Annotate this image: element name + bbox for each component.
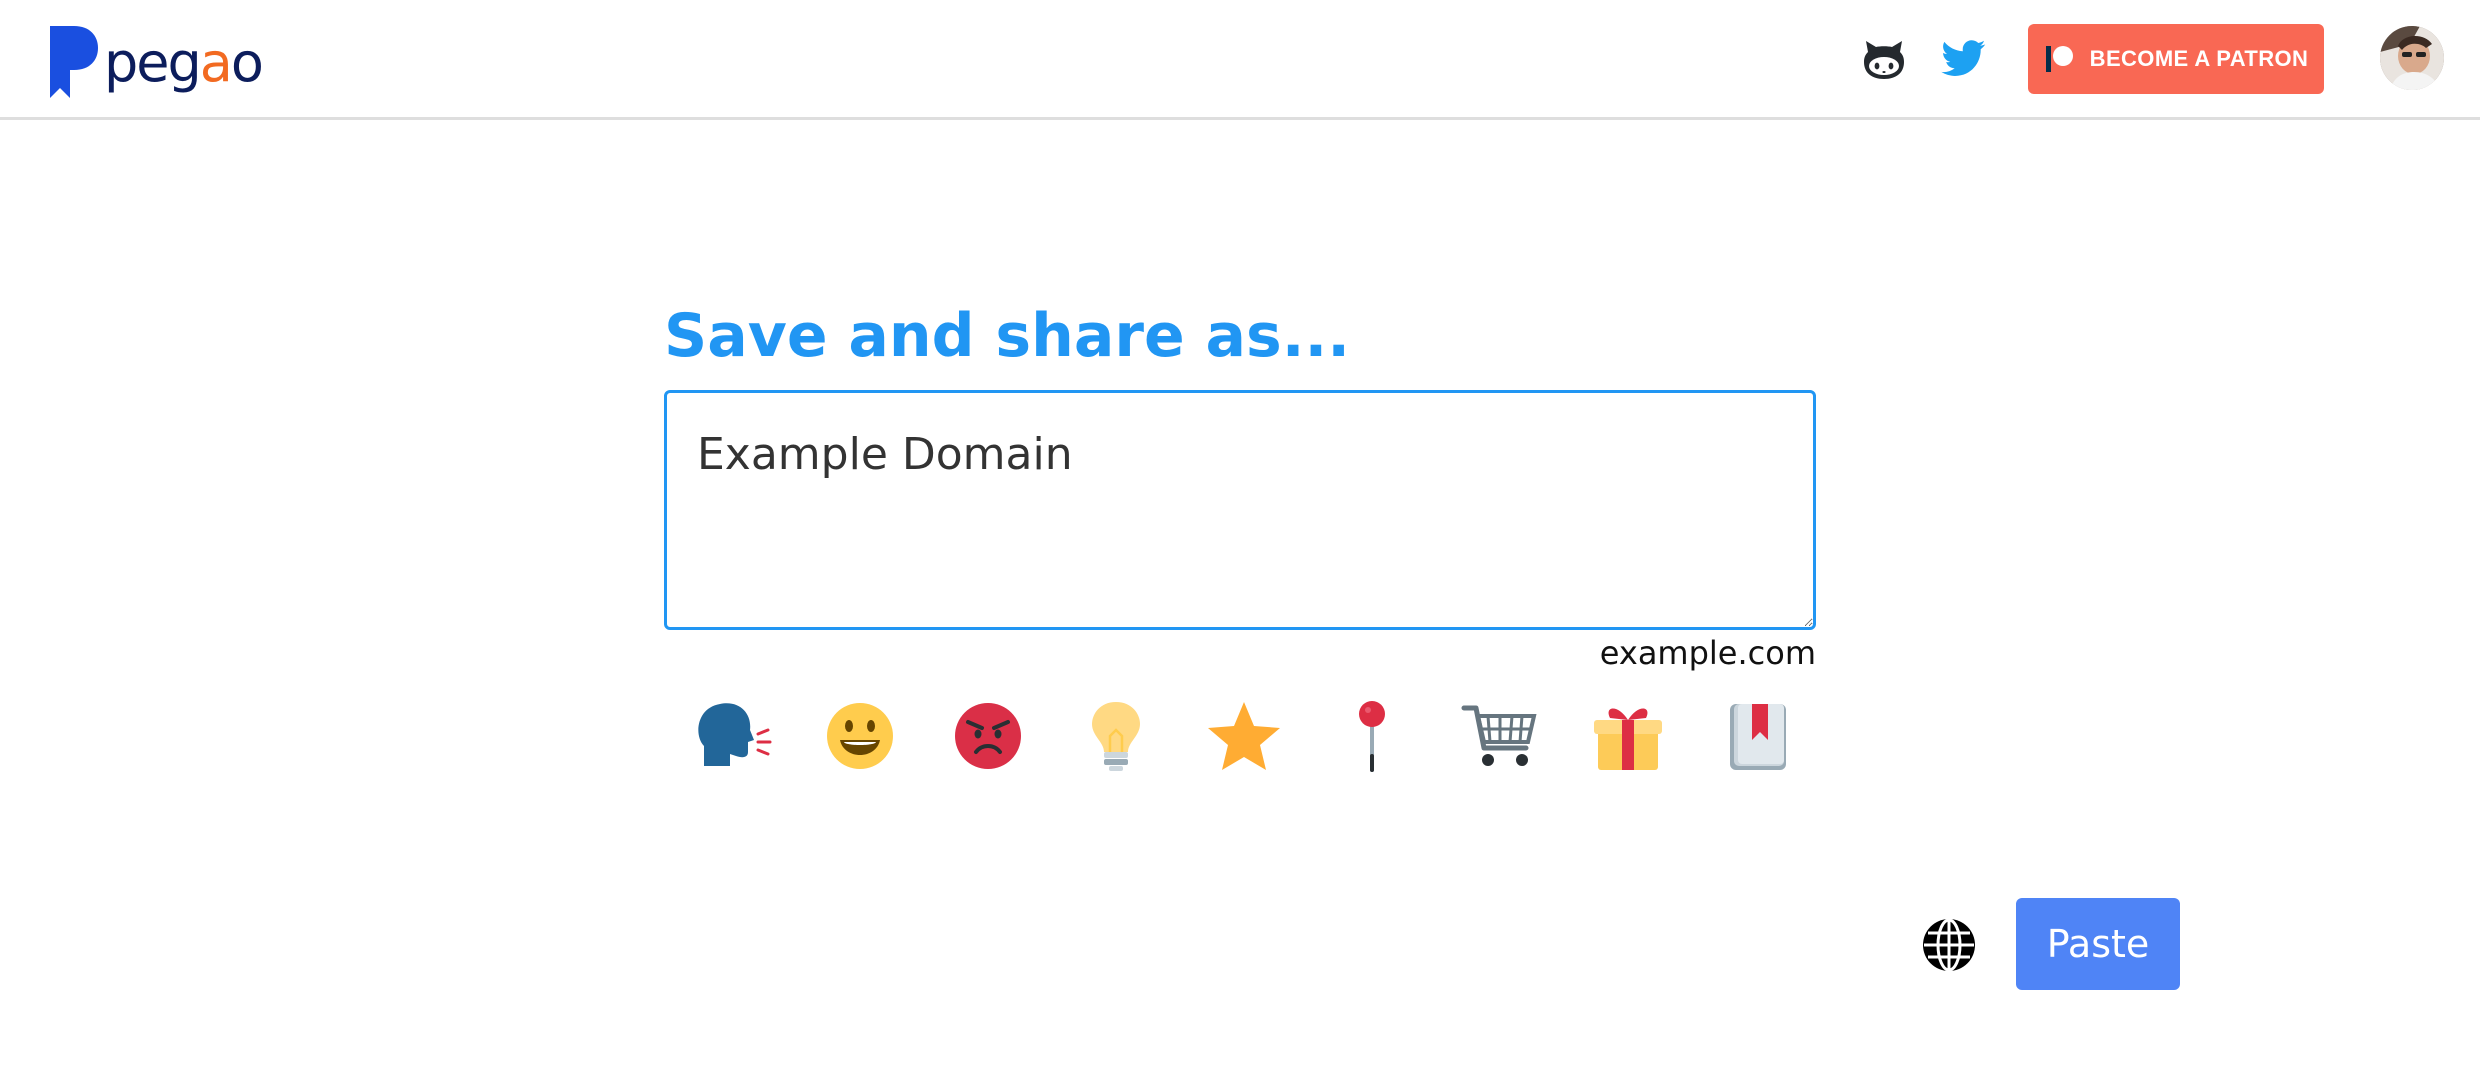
pegao-logo[interactable]: pegao [48, 20, 264, 100]
globe-icon [1923, 918, 1975, 972]
title-textarea[interactable]: Example Domain [664, 390, 1816, 630]
twitter-link[interactable] [1940, 36, 1988, 80]
page-heading: Save and share as... [664, 301, 1351, 371]
patreon-icon [2045, 46, 2073, 72]
star-icon[interactable] [1204, 696, 1284, 776]
speaking-head-icon[interactable] [692, 696, 772, 776]
angry-face-icon[interactable] [948, 696, 1028, 776]
source-domain: example.com [1599, 634, 1816, 672]
twitter-bird-icon [1941, 40, 1986, 76]
emoji-category-picker [664, 696, 1816, 776]
user-avatar[interactable] [2380, 26, 2444, 90]
smiley-face-icon[interactable] [820, 696, 900, 776]
avatar-photo [2380, 26, 2444, 90]
language-globe-button[interactable] [1920, 916, 1978, 974]
logo-text: pegao [104, 31, 264, 94]
gift-icon[interactable] [1588, 696, 1668, 776]
pushpin-icon[interactable] [1332, 696, 1412, 776]
bookmark-book-icon[interactable] [1716, 696, 1796, 776]
github-octocat-icon [1864, 41, 1904, 79]
github-link[interactable] [1862, 38, 1906, 82]
shopping-cart-icon[interactable] [1460, 696, 1540, 776]
patron-label: BECOME A PATRON [2089, 46, 2309, 71]
logo-mark-icon [50, 26, 98, 98]
light-bulb-icon[interactable] [1076, 696, 1156, 776]
top-navbar: pegao BECOME A PATRON [0, 0, 2480, 120]
paste-button[interactable]: Paste [2016, 898, 2180, 990]
become-a-patron-button[interactable]: BECOME A PATRON [2028, 24, 2324, 94]
